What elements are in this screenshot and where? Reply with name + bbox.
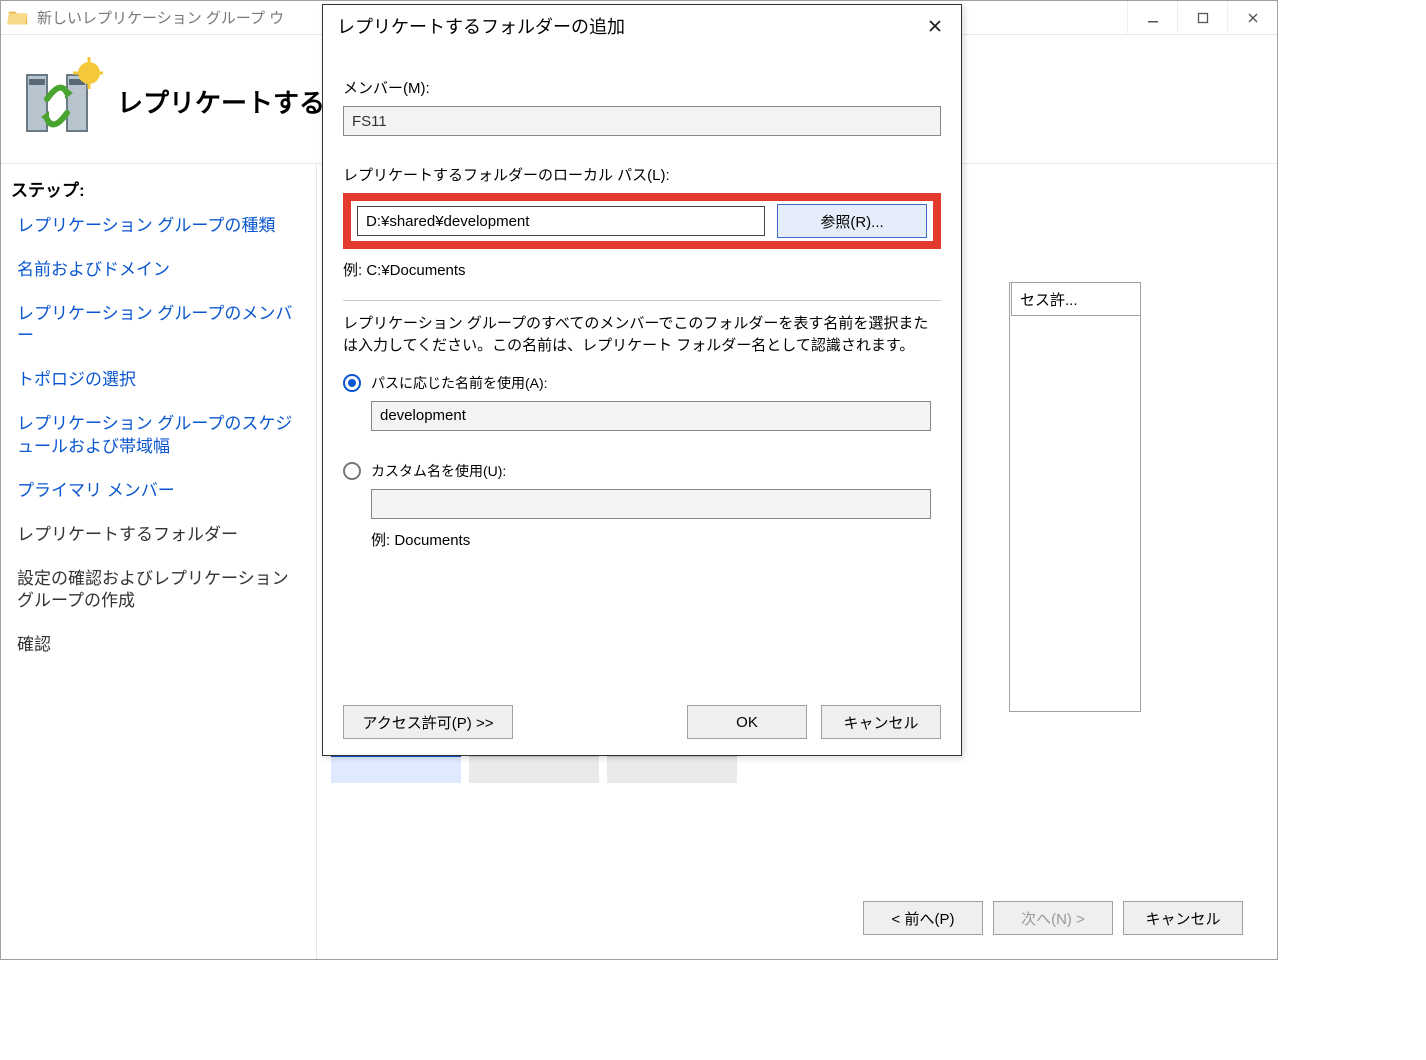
dialog-body: メンバー(M): レプリケートするフォルダーのローカル パス(L): 参照(R)… [323, 47, 961, 564]
path-name-field [371, 401, 931, 431]
browse-button[interactable]: 参照(R)... [777, 204, 927, 238]
step-replication-group-type[interactable]: レプリケーション グループの種類 [17, 215, 302, 237]
steps-panel: ステップ: レプリケーション グループの種類 名前およびドメイン レプリケーショ… [1, 164, 317, 959]
member-label: メンバー(M): [343, 77, 941, 98]
step-primary-member[interactable]: プライマリ メンバー [17, 480, 302, 502]
local-path-example: 例: C:¥Documents [343, 259, 941, 280]
permissions-button[interactable]: アクセス許可(P) >> [343, 705, 513, 739]
cancel-button[interactable]: キャンセル [1123, 901, 1243, 935]
local-path-highlight: 参照(R)... [343, 193, 941, 249]
folder-open-icon [7, 7, 29, 29]
local-path-label: レプリケートするフォルダーのローカル パス(L): [343, 164, 941, 185]
right-panel [1009, 282, 1141, 712]
window-buttons [1127, 1, 1277, 35]
member-field [343, 106, 941, 136]
step-schedule-bandwidth[interactable]: レプリケーション グループのスケジュールおよび帯域幅 [17, 413, 302, 457]
dialog-close-button[interactable] [919, 10, 951, 42]
back-button[interactable]: < 前へ(P) [863, 901, 983, 935]
radio-custom-name-icon[interactable] [343, 462, 361, 480]
dialog-titlebar: レプリケートするフォルダーの追加 [323, 5, 961, 47]
ghost-edit-button [469, 753, 599, 783]
section-divider [343, 300, 941, 301]
step-name-and-domain[interactable]: 名前およびドメイン [17, 259, 302, 281]
step-review-create: 設定の確認およびレプリケーション グループの作成 [17, 568, 302, 612]
steps-label: ステップ: [11, 176, 302, 201]
step-topology[interactable]: トポロジの選択 [17, 369, 302, 391]
add-folder-dialog: レプリケートするフォルダーの追加 メンバー(M): レプリケートするフォルダーの… [322, 4, 962, 756]
permissions-column-partial: セス許... [1011, 282, 1141, 316]
step-confirm: 確認 [17, 634, 302, 656]
next-button: 次へ(N) > [993, 901, 1113, 935]
steps-list: レプリケーション グループの種類 名前およびドメイン レプリケーション グループ… [11, 215, 302, 656]
local-path-input[interactable] [357, 206, 765, 236]
maximize-button[interactable] [1177, 1, 1227, 35]
minimize-button[interactable] [1127, 1, 1177, 35]
ghost-remove-button [607, 753, 737, 783]
step-folders-to-replicate: レプリケートするフォルダー [17, 524, 302, 546]
wizard-footer: < 前へ(P) 次へ(N) > キャンセル [1, 901, 1277, 935]
ok-button[interactable]: OK [687, 705, 807, 739]
wizard-main-buttons-shadow [331, 753, 737, 783]
custom-name-field [371, 489, 931, 519]
radio-custom-name-label: カスタム名を使用(U): [371, 461, 506, 481]
dialog-cancel-button[interactable]: キャンセル [821, 705, 941, 739]
wizard-title: 新しいレプリケーション グループ ウ [37, 7, 284, 28]
name-description: レプリケーション グループのすべてのメンバーでこのフォルダーを表す名前を選択また… [343, 313, 941, 357]
server-replication-icon [15, 57, 103, 145]
step-group-members[interactable]: レプリケーション グループのメンバー [17, 303, 302, 347]
custom-name-example: 例: Documents [371, 529, 941, 550]
ghost-add-button [331, 753, 461, 783]
dialog-footer: アクセス許可(P) >> OK キャンセル [343, 705, 941, 739]
radio-path-name-icon[interactable] [343, 374, 361, 392]
radio-path-name-label: パスに応じた名前を使用(A): [371, 373, 548, 393]
radio-use-custom-name[interactable]: カスタム名を使用(U): [343, 461, 941, 481]
radio-use-path-name[interactable]: パスに応じた名前を使用(A): [343, 373, 941, 393]
dialog-title: レプリケートするフォルダーの追加 [337, 13, 625, 39]
close-button[interactable] [1227, 1, 1277, 35]
